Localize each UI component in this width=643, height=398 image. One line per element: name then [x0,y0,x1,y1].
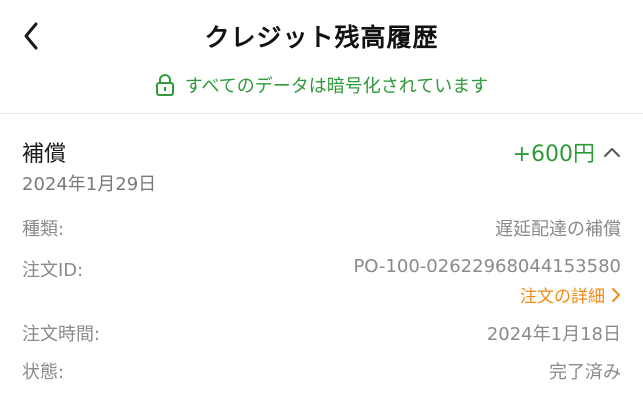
chevron-right-icon [612,287,620,302]
record-expand-toggle[interactable]: +600円 [513,136,621,168]
record-amount: +600円 [512,142,595,167]
order-details-link[interactable]: 注文の詳細 [520,282,621,307]
record-type: 補償 [22,142,67,167]
detail-label: 状態: [22,362,65,383]
divider [0,113,643,114]
detail-value: PO-100-02622968044153580 [353,256,621,277]
page-title: クレジット残高履歴 [204,23,439,52]
encryption-banner: すべてのデータは暗号化されています [0,70,643,100]
encryption-banner-text: すべてのデータは暗号化されています [184,76,489,97]
order-details-label: 注文の詳細 [520,287,605,307]
detail-row-status: 状態: 完了済み [22,358,621,384]
detail-label: 注文時間: [22,324,101,345]
lock-icon [155,74,174,96]
detail-value: 完了済み [549,362,621,383]
header: クレジット残高履歴 [0,0,643,66]
detail-label: 注文ID: [22,260,84,281]
detail-value: 2024年1月18日 [486,324,621,345]
detail-row-type: 種類: 遅延配達の補償 [22,215,621,241]
detail-value: 遅延配達の補償 [495,219,621,240]
detail-row-order-time: 注文時間: 2024年1月18日 [22,320,621,346]
record-date: 2024年1月29日 [22,174,157,195]
detail-row-order-id: 注文ID: PO-100-02622968044153580 [22,256,621,282]
chevron-up-icon [604,148,620,157]
detail-label: 種類: [22,219,65,240]
